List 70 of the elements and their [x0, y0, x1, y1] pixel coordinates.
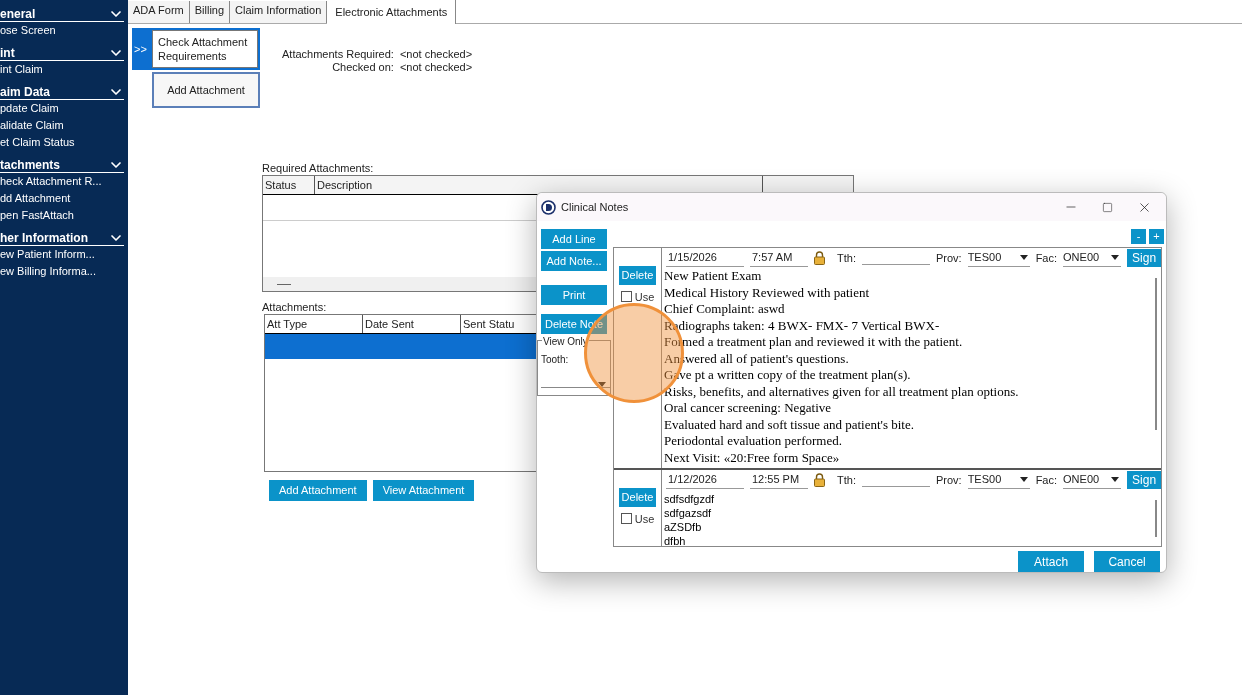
provider-label: Prov: [935, 250, 962, 266]
sidebar-item[interactable]: alidate Claim [0, 117, 128, 134]
note-line: dfbh [664, 534, 687, 546]
dropdown-caret-icon[interactable] [1019, 255, 1028, 260]
sidebar-section-header[interactable]: int [0, 45, 124, 61]
note-line: Medical History Reviewed with patient [664, 284, 871, 301]
padlock-icon [814, 251, 825, 265]
status-label: Checked on: [331, 61, 394, 74]
sidebar-section-header[interactable]: tachments [0, 157, 124, 173]
time-field[interactable]: 7:57 AM [750, 249, 808, 267]
note-line: aZSDfb [664, 520, 703, 534]
checkbox-label: Use [634, 289, 655, 305]
note-line: sdfsdfgzdf [664, 492, 716, 506]
maximize-icon[interactable] [1102, 201, 1113, 213]
note-line: Next Visit: «20:Free form Space» [664, 449, 841, 466]
column-header[interactable]: Att Type [265, 315, 363, 333]
provider-label: Prov: [935, 472, 962, 488]
date-field[interactable]: 1/15/2026 [666, 249, 744, 267]
tooth-label: Tooth: [541, 354, 569, 365]
sidebar-item[interactable]: ose Screen [0, 22, 128, 39]
sidebar-section-header[interactable]: her Information [0, 230, 124, 246]
current-marker: >> [133, 41, 148, 57]
sidebar-item[interactable]: dd Attachment [0, 190, 128, 207]
padlock-icon [814, 473, 825, 487]
sidebar-item[interactable]: pen FastAttach [0, 207, 128, 224]
sidebar-item[interactable]: heck Attachment R... [0, 173, 128, 190]
checkbox-label: Use [634, 511, 655, 527]
tooth-label: Tth: [837, 250, 856, 266]
sidebar-item[interactable]: int Claim [0, 61, 128, 78]
use-checkbox[interactable] [620, 291, 632, 303]
note-line: Chief Complaint: aswd [664, 301, 786, 318]
check-requirements-button[interactable]: Check Attachment Requirements [152, 30, 258, 68]
section-label: Required Attachments: [262, 162, 374, 175]
provider-dropdown[interactable]: TES00 [967, 249, 1030, 267]
tab[interactable]: Billing [189, 1, 231, 23]
facility-label: Fac: [1035, 250, 1058, 266]
sidebar-section-header[interactable]: eneral [0, 6, 124, 22]
tab[interactable]: Claim Information [230, 1, 328, 23]
provider-dropdown[interactable]: TES00 [967, 471, 1030, 489]
dialog-title: Clinical Notes [561, 199, 629, 215]
facility-dropdown[interactable]: ONE00 [1063, 249, 1122, 267]
dropdown-caret-icon[interactable] [1111, 477, 1120, 482]
column-header[interactable]: Status [263, 176, 315, 194]
status-value: <not checked> [399, 61, 473, 74]
app-logo-icon [541, 199, 556, 215]
dropdown-caret-icon[interactable] [1019, 477, 1028, 482]
sidebar-item[interactable]: ew Billing Informa... [0, 263, 128, 280]
column-header[interactable]: Date Sent [363, 315, 461, 333]
sidebar-item[interactable]: ew Patient Inform... [0, 246, 128, 263]
note-line: Evaluated hard and soft tissue and patient's bite. [664, 416, 915, 433]
tab[interactable]: Electronic Attachments [327, 0, 457, 24]
sidebar-item[interactable]: pdate Claim [0, 100, 128, 117]
note-line: sdfgazsdf [664, 506, 713, 520]
facility-dropdown[interactable]: ONE00 [1063, 471, 1122, 489]
date-field[interactable]: 1/12/2026 [666, 471, 744, 489]
time-field[interactable]: 12:55 PM [750, 471, 808, 489]
dropdown-caret-icon[interactable] [1111, 255, 1120, 260]
section-label: Attachments: [262, 301, 327, 314]
tab[interactable]: ADA Form [128, 1, 190, 23]
note-line: Periodontal evaluation performed. [664, 433, 843, 450]
add-attachment-button[interactable]: Add Attachment [152, 72, 260, 108]
status-label: Attachments Required: [282, 48, 394, 61]
tooth-label: Tth: [837, 472, 856, 488]
use-checkbox[interactable] [620, 513, 632, 525]
sidebar-item[interactable]: et Claim Status [0, 134, 128, 151]
facility-label: Fac: [1035, 472, 1058, 488]
status-value: <not checked> [399, 48, 473, 61]
note-line: Oral cancer screening: Negative [664, 400, 833, 417]
note-line: New Patient Exam [664, 268, 763, 285]
sidebar-section-header[interactable]: aim Data [0, 84, 124, 100]
